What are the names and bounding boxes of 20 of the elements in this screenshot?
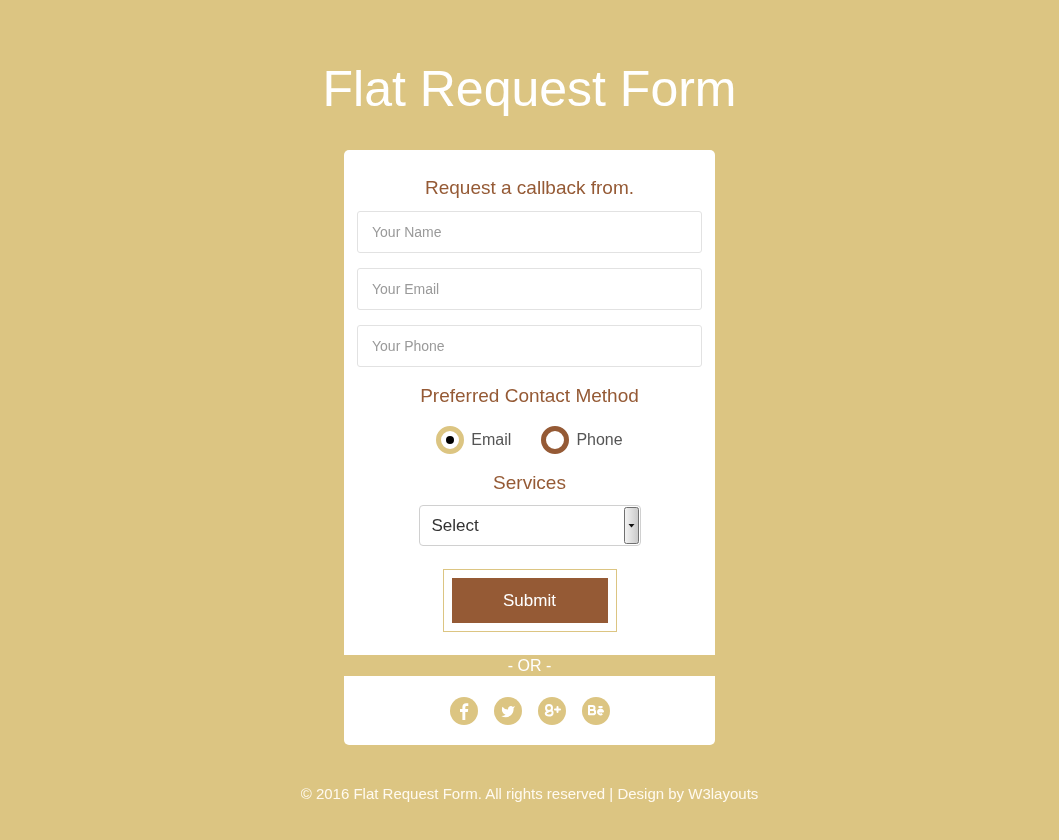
radio-button[interactable] xyxy=(436,426,465,454)
or-divider-text: - OR - xyxy=(507,656,552,676)
radio-label: Email xyxy=(471,431,512,449)
google-plus-icon[interactable] xyxy=(537,696,566,725)
footer-copyright: © 2016 Flat Request Form. All rights reserved | Design by W3layouts xyxy=(300,784,759,804)
caret-icon xyxy=(623,507,639,544)
input-field[interactable]: Your Name xyxy=(357,211,702,253)
submit-button[interactable]: Submit xyxy=(442,569,617,632)
services-dropdown[interactable]: Select xyxy=(418,505,641,546)
contact-method-label: Preferred Contact Method xyxy=(420,384,639,408)
input-field[interactable]: Your Phone xyxy=(357,325,702,367)
radio-button[interactable] xyxy=(541,426,570,454)
facebook-icon[interactable] xyxy=(449,696,478,725)
form-heading: Request a callback from. xyxy=(424,176,635,200)
input-field[interactable]: Your Email xyxy=(357,268,702,310)
radio-label: Phone xyxy=(576,431,623,449)
behance-icon[interactable] xyxy=(581,696,610,725)
page-title: Flat Request Form xyxy=(322,60,737,119)
services-label: Services xyxy=(493,471,566,495)
twitter-bird-icon[interactable] xyxy=(493,696,522,725)
